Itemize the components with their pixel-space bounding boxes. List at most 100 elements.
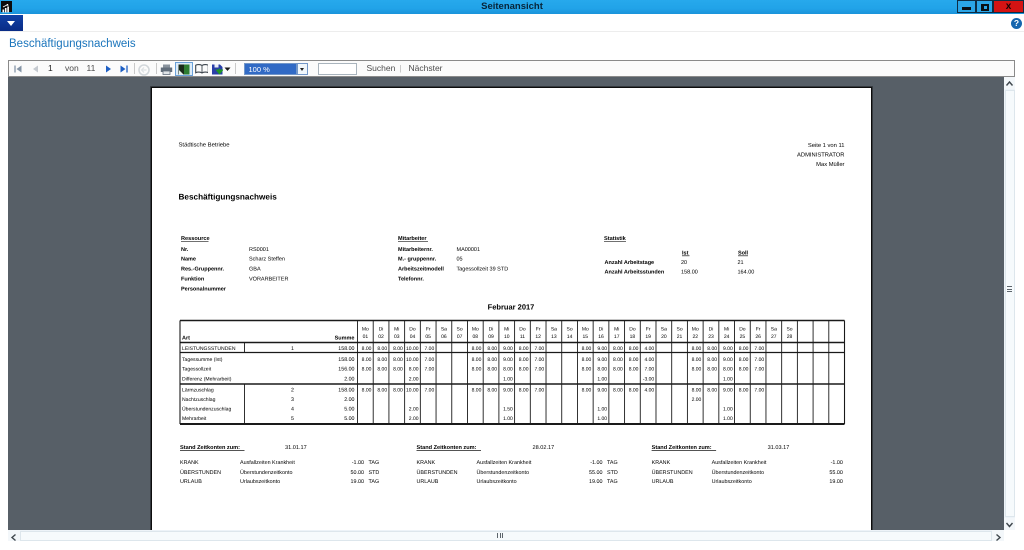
- svg-text:3: 3: [291, 397, 294, 403]
- svg-text:2.00: 2.00: [408, 376, 418, 382]
- svg-text:8.00: 8.00: [377, 346, 387, 352]
- svg-text:16: 16: [598, 334, 604, 340]
- svg-text:10.00: 10.00: [406, 346, 419, 352]
- svg-text:TAG: TAG: [607, 460, 618, 466]
- svg-text:7.00: 7.00: [424, 366, 434, 372]
- svg-text:8.00: 8.00: [503, 366, 513, 372]
- svg-text:7.00: 7.00: [534, 366, 544, 372]
- svg-text:Mehrarbeit: Mehrarbeit: [182, 416, 207, 422]
- svg-text:1.00: 1.00: [597, 416, 607, 422]
- svg-text:Tagessumme (Ist): Tagessumme (Ist): [182, 357, 223, 363]
- svg-text:8.00: 8.00: [393, 346, 403, 352]
- svg-text:8.00: 8.00: [377, 366, 387, 372]
- svg-text:9.00: 9.00: [503, 387, 513, 393]
- svg-text:8.00: 8.00: [518, 366, 528, 372]
- svg-text:07: 07: [456, 334, 462, 340]
- svg-text:-1.00: -1.00: [351, 460, 363, 466]
- svg-text:20: 20: [661, 334, 667, 340]
- svg-text:14: 14: [566, 334, 572, 340]
- svg-text:Do: Do: [739, 326, 746, 332]
- svg-text:GBA: GBA: [249, 266, 261, 272]
- svg-text:Sa: Sa: [660, 326, 666, 332]
- svg-text:1.00: 1.00: [597, 406, 607, 412]
- svg-text:Lärmzuschlag: Lärmzuschlag: [182, 387, 214, 393]
- svg-text:8.00: 8.00: [487, 366, 497, 372]
- svg-text:Urlaubszeitkonto: Urlaubszeitkonto: [476, 478, 516, 484]
- svg-text:13: 13: [551, 334, 557, 340]
- svg-text:Tagessollzeit 39 STD: Tagessollzeit 39 STD: [456, 266, 508, 272]
- svg-text:URLAUB: URLAUB: [651, 478, 673, 484]
- svg-text:7.00: 7.00: [754, 357, 764, 363]
- svg-text:7.00: 7.00: [534, 346, 544, 352]
- svg-text:8.00: 8.00: [487, 346, 497, 352]
- svg-text:03: 03: [393, 334, 399, 340]
- svg-text:Name: Name: [181, 256, 196, 262]
- svg-text:24: 24: [723, 334, 729, 340]
- svg-text:Überstundenzuschlag: Überstundenzuschlag: [182, 405, 231, 412]
- svg-text:So: So: [566, 326, 572, 332]
- svg-text:2.00: 2.00: [691, 397, 701, 403]
- svg-text:8.00: 8.00: [738, 357, 748, 363]
- svg-text:Überstundenzeitkonto: Überstundenzeitkonto: [711, 468, 763, 475]
- svg-text:Mi: Mi: [614, 326, 619, 332]
- svg-text:22: 22: [692, 334, 698, 340]
- svg-text:8.00: 8.00: [518, 346, 528, 352]
- svg-text:8.00: 8.00: [628, 346, 638, 352]
- svg-text:8.00: 8.00: [613, 357, 623, 363]
- svg-text:7.00: 7.00: [534, 357, 544, 363]
- svg-text:1: 1: [291, 346, 294, 352]
- svg-text:09: 09: [488, 334, 494, 340]
- svg-text:Anzahl Arbeitsstunden: Anzahl Arbeitsstunden: [604, 269, 664, 275]
- svg-text:5.00: 5.00: [344, 406, 354, 412]
- svg-text:Urlaubszeitkonto: Urlaubszeitkonto: [711, 478, 751, 484]
- svg-text:9.00: 9.00: [723, 346, 733, 352]
- svg-text:8.00: 8.00: [471, 366, 481, 372]
- svg-text:8.00: 8.00: [518, 387, 528, 393]
- svg-text:8.00: 8.00: [581, 346, 591, 352]
- svg-text:Personalnummer: Personalnummer: [181, 286, 227, 292]
- svg-text:164.00: 164.00: [737, 269, 754, 275]
- svg-text:12: 12: [535, 334, 541, 340]
- svg-text:5: 5: [291, 416, 294, 422]
- svg-text:Mo: Mo: [361, 326, 368, 332]
- svg-text:8.00: 8.00: [628, 387, 638, 393]
- svg-text:8.00: 8.00: [377, 387, 387, 393]
- svg-text:So: So: [456, 326, 462, 332]
- svg-text:Summe: Summe: [334, 335, 354, 341]
- svg-text:31.01.17: 31.01.17: [285, 445, 307, 451]
- svg-text:21: 21: [737, 259, 743, 265]
- svg-text:8.00: 8.00: [613, 346, 623, 352]
- svg-text:5.00: 5.00: [344, 416, 354, 422]
- svg-text:7.00: 7.00: [754, 387, 764, 393]
- svg-text:158.00: 158.00: [338, 357, 354, 363]
- svg-text:50.00: 50.00: [350, 469, 364, 475]
- svg-text:7.00: 7.00: [754, 366, 764, 372]
- svg-text:-1.00: -1.00: [590, 460, 602, 466]
- svg-text:25: 25: [739, 334, 745, 340]
- svg-text:Urlaubszeitkonto: Urlaubszeitkonto: [240, 478, 280, 484]
- svg-text:8.00: 8.00: [393, 387, 403, 393]
- svg-text:17: 17: [613, 334, 619, 340]
- svg-text:8.00: 8.00: [707, 346, 717, 352]
- svg-text:Mo: Mo: [471, 326, 478, 332]
- svg-text:Mi: Mi: [724, 326, 729, 332]
- svg-text:Mo: Mo: [581, 326, 588, 332]
- svg-text:Di: Di: [708, 326, 713, 332]
- svg-text:M.- gruppennr.: M.- gruppennr.: [398, 256, 437, 262]
- svg-text:1.00: 1.00: [723, 406, 733, 412]
- svg-text:7.00: 7.00: [644, 366, 654, 372]
- svg-text:19.00: 19.00: [829, 478, 843, 484]
- svg-text:Fr: Fr: [645, 326, 650, 332]
- svg-text:8.00: 8.00: [691, 346, 701, 352]
- svg-text:KRANK: KRANK: [180, 460, 199, 466]
- svg-text:8.00: 8.00: [361, 357, 371, 363]
- svg-text:Ausfallzeiten Krankheit: Ausfallzeiten Krankheit: [240, 460, 295, 466]
- svg-text:Stand Zeitkonten zum:: Stand Zeitkonten zum:: [416, 444, 476, 451]
- svg-text:Fr: Fr: [755, 326, 760, 332]
- svg-text:LEISTUNGSSTUNDEN: LEISTUNGSSTUNDEN: [182, 346, 236, 352]
- svg-text:1.00: 1.00: [723, 376, 733, 382]
- svg-text:TAG: TAG: [607, 478, 618, 484]
- svg-text:Scharz Steffen: Scharz Steffen: [249, 256, 285, 262]
- svg-text:1.00: 1.00: [723, 416, 733, 422]
- svg-text:21: 21: [676, 334, 682, 340]
